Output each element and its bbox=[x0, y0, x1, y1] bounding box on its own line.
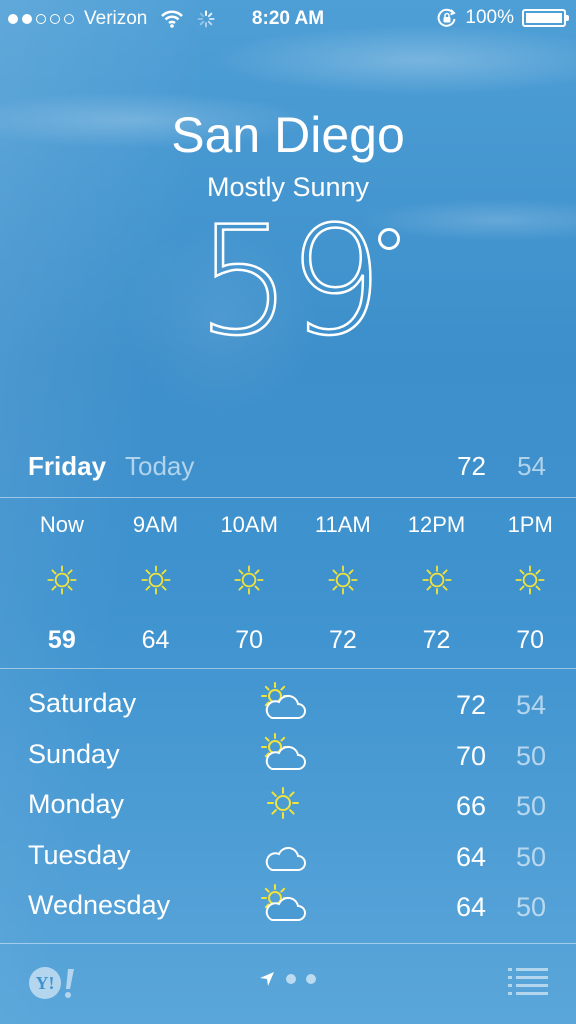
hourly-item: Now 59 bbox=[15, 510, 109, 655]
daily-icon bbox=[258, 882, 308, 926]
battery-level bbox=[526, 13, 562, 23]
hour-label: 9AM bbox=[132, 512, 179, 537]
battery-percent: 100% bbox=[465, 7, 514, 28]
today-summary[interactable]: Friday Today 72 54 bbox=[0, 445, 576, 485]
daily-day: Saturday bbox=[28, 688, 137, 718]
hour-label: 1PM bbox=[507, 512, 553, 537]
today-high: 72 bbox=[457, 451, 486, 481]
cloud-icon bbox=[265, 846, 306, 871]
degree-symbol bbox=[378, 228, 400, 250]
sun-icon bbox=[515, 565, 545, 595]
sun-icon bbox=[140, 565, 171, 595]
daily-low: 54 bbox=[515, 690, 546, 720]
daily-high: 64 bbox=[455, 892, 486, 922]
hour-icon bbox=[202, 560, 296, 600]
yahoo-logo-text: Y! bbox=[36, 973, 55, 993]
hour-temperature: 72 bbox=[422, 626, 451, 654]
city-name: San Diego bbox=[171, 107, 405, 163]
sun-icon bbox=[328, 565, 358, 595]
divider bbox=[0, 668, 576, 669]
daily-row: Sunday 70 50 bbox=[0, 731, 576, 782]
hour-icon bbox=[15, 560, 109, 600]
daily-row: Saturday 72 54 bbox=[0, 680, 576, 731]
daily-high: 72 bbox=[455, 690, 486, 720]
partly-cloudy-icon bbox=[261, 732, 306, 770]
sun-icon bbox=[47, 565, 77, 595]
hour-icon bbox=[109, 560, 203, 600]
current-temperature: 59 bbox=[0, 206, 576, 359]
daily-low: 50 bbox=[515, 740, 546, 771]
daily-day: Wednesday bbox=[28, 890, 171, 920]
orientation-lock-icon bbox=[438, 8, 457, 27]
daily-high: 66 bbox=[455, 791, 486, 821]
battery-icon bbox=[522, 9, 569, 27]
daily-icon bbox=[258, 781, 308, 825]
daily-day: Sunday bbox=[28, 738, 120, 769]
daily-low: 50 bbox=[515, 791, 546, 821]
yahoo-logo[interactable]: Y! bbox=[28, 966, 80, 1000]
daily-forecast: Saturday 72 54 Sunday 70 50 Monday 66 50… bbox=[0, 680, 576, 933]
sun-icon bbox=[267, 787, 299, 819]
partly-cloudy-icon bbox=[261, 682, 306, 719]
hour-icon bbox=[296, 560, 390, 600]
daily-low: 50 bbox=[515, 892, 546, 922]
page-dot bbox=[286, 974, 296, 984]
daily-low: 50 bbox=[515, 841, 546, 872]
page-indicator[interactable] bbox=[258, 970, 316, 988]
today-day: Friday bbox=[28, 451, 107, 481]
today-low: 54 bbox=[517, 451, 546, 481]
hour-icon bbox=[390, 560, 484, 600]
hour-temperature: 70 bbox=[235, 626, 264, 654]
hourly-item: 11AM 72 bbox=[296, 510, 390, 655]
hour-temperature: 72 bbox=[328, 626, 357, 654]
daily-icon bbox=[258, 832, 308, 876]
daily-high: 70 bbox=[455, 740, 486, 771]
sun-icon bbox=[421, 565, 452, 595]
hour-label: 10AM bbox=[220, 512, 278, 537]
today-label: Today bbox=[125, 451, 195, 481]
hour-temperature: 70 bbox=[516, 626, 545, 654]
daily-row: Monday 66 50 bbox=[0, 781, 576, 832]
hour-label: 11AM bbox=[314, 512, 371, 537]
daily-row: Tuesday 64 50 bbox=[0, 832, 576, 883]
hourly-item: 9AM 64 bbox=[109, 510, 203, 655]
daily-icon bbox=[258, 731, 308, 775]
partly-cloudy-icon bbox=[261, 884, 306, 921]
bottom-toolbar: Y! bbox=[0, 944, 576, 1024]
daily-day: Tuesday bbox=[28, 839, 131, 870]
location-arrow-icon bbox=[260, 972, 274, 986]
daily-row: Wednesday 64 50 bbox=[0, 882, 576, 933]
hour-temperature: 59 bbox=[47, 626, 76, 654]
hour-temperature: 64 bbox=[141, 626, 170, 654]
hour-icon bbox=[483, 560, 576, 600]
divider bbox=[0, 497, 576, 498]
daily-day: Monday bbox=[28, 789, 125, 819]
hourly-item: 12PM 72 bbox=[390, 510, 484, 655]
hour-label: 12PM bbox=[407, 512, 466, 537]
status-bar: Verizon 8:20 AM 100% bbox=[0, 0, 576, 38]
hour-label: Now bbox=[39, 512, 84, 537]
page-dot bbox=[306, 974, 316, 984]
daily-icon bbox=[258, 680, 308, 724]
hourly-item: 10AM 70 bbox=[202, 510, 296, 655]
status-right: 100% bbox=[437, 7, 569, 29]
city-list-icon[interactable] bbox=[508, 966, 548, 998]
sun-icon bbox=[234, 565, 264, 595]
current-temperature-value: 59 bbox=[195, 195, 384, 369]
hourly-item: 1PM 70 bbox=[483, 510, 576, 655]
daily-high: 64 bbox=[455, 841, 486, 872]
hourly-forecast[interactable]: Now 59 9AM 64 10AM 70 11AM 72 12PM 72 1P… bbox=[15, 510, 576, 655]
